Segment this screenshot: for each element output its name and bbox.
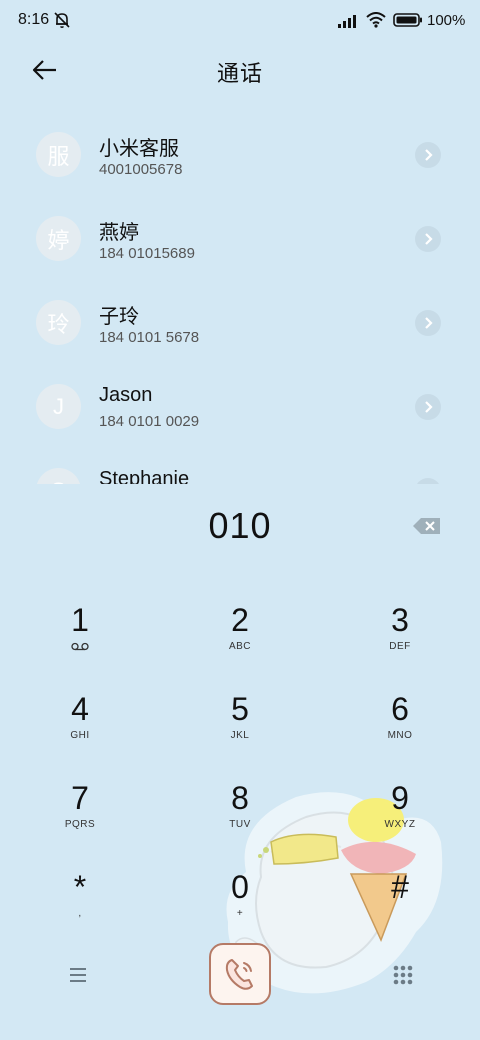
contact-name: Stephanie	[99, 468, 190, 484]
key-letters: MNO	[387, 730, 413, 741]
avatar: 婷	[36, 216, 81, 261]
key-star[interactable]: * ,	[30, 867, 130, 939]
delete-button[interactable]	[412, 516, 442, 536]
key-digit: 3	[391, 602, 409, 638]
key-letters: PQRS	[64, 819, 96, 830]
contact-detail-button[interactable]	[415, 478, 441, 484]
signal-icon	[338, 15, 356, 28]
dialed-number: 010	[208, 505, 272, 546]
key-0[interactable]: 0 +	[190, 867, 290, 939]
key-letters: DEF	[389, 641, 411, 652]
contact-name: Jason	[99, 384, 153, 406]
key-digit: *	[73, 869, 87, 905]
phone-icon	[225, 959, 253, 990]
contact-name: 小米客服	[99, 138, 179, 160]
key-4[interactable]: 4 GHI	[30, 689, 130, 761]
backspace-icon	[413, 518, 440, 534]
key-5[interactable]: 5 JKL	[190, 689, 290, 761]
contact-item[interactable]: S Stephanie	[0, 448, 480, 484]
key-digit: 6	[391, 691, 409, 727]
key-9[interactable]: 9 WXYZ	[350, 778, 450, 850]
contact-detail-button[interactable]	[415, 142, 441, 168]
wifi-icon	[366, 12, 386, 28]
key-digit: 1	[71, 602, 89, 638]
status-time: 8:16	[18, 11, 50, 28]
avatar: J	[36, 384, 81, 429]
chevron-right-icon	[425, 401, 433, 413]
key-digit: 7	[71, 780, 89, 816]
bell-muted-icon	[54, 12, 70, 28]
contact-suggestions-list[interactable]: 服 小米客服 4001005678 婷 燕婷 184 01015689 玲 子玲…	[0, 112, 480, 484]
contact-name: 燕婷	[99, 222, 139, 244]
battery-percentage: 100%	[427, 12, 466, 29]
key-letters: GHI	[70, 730, 90, 741]
chevron-right-icon	[425, 233, 433, 245]
voicemail-icon	[71, 642, 89, 651]
contact-detail-button[interactable]	[415, 226, 441, 252]
key-digit: #	[391, 869, 409, 905]
key-6[interactable]: 6 MNO	[350, 689, 450, 761]
call-button[interactable]	[209, 943, 271, 1005]
key-digit: 0	[231, 869, 249, 905]
key-letters: +	[236, 908, 244, 919]
contact-number: 184 0101 0029	[99, 413, 200, 430]
menu-icon	[70, 968, 86, 982]
dialpad-toggle-button[interactable]	[388, 960, 418, 990]
status-bar: 8:16 100%	[0, 0, 480, 40]
dialpad-icon	[393, 965, 413, 985]
contact-item[interactable]: 玲 子玲 184 0101 5678	[0, 280, 480, 364]
contact-item[interactable]: J Jason 184 0101 0029	[0, 364, 480, 448]
key-1[interactable]: 1	[30, 600, 130, 672]
key-digit: 4	[71, 691, 89, 727]
key-digit: 2	[231, 602, 249, 638]
page-title: 通话	[216, 61, 263, 86]
key-hash[interactable]: #	[350, 867, 450, 939]
avatar: S	[36, 468, 81, 484]
contact-detail-button[interactable]	[415, 310, 441, 336]
key-3[interactable]: 3 DEF	[350, 600, 450, 672]
avatar: 服	[36, 132, 81, 177]
contact-name: 子玲	[99, 306, 139, 328]
key-8[interactable]: 8 TUV	[190, 778, 290, 850]
key-digit: 8	[231, 780, 249, 816]
key-2[interactable]: 2 ABC	[190, 600, 290, 672]
contact-item[interactable]: 服 小米客服 4001005678	[0, 112, 480, 196]
key-digit: 5	[231, 691, 249, 727]
contact-number: 184 0101 5678	[99, 329, 200, 346]
key-7[interactable]: 7 PQRS	[30, 778, 130, 850]
key-letters: JKL	[230, 730, 250, 741]
contact-number: 4001005678	[99, 161, 183, 178]
key-letters: ,	[78, 908, 82, 919]
contact-item[interactable]: 婷 燕婷 184 01015689	[0, 196, 480, 280]
contact-number: 184 01015689	[99, 245, 195, 262]
avatar: 玲	[36, 300, 81, 345]
key-letters: WXYZ	[384, 819, 416, 830]
key-digit: 9	[391, 780, 409, 816]
key-letters: TUV	[229, 819, 251, 830]
menu-button[interactable]	[64, 962, 92, 988]
contact-detail-button[interactable]	[415, 394, 441, 420]
chevron-right-icon	[425, 317, 433, 329]
chevron-right-icon	[425, 149, 433, 161]
battery-icon	[393, 13, 422, 27]
key-letters: ABC	[228, 641, 252, 652]
